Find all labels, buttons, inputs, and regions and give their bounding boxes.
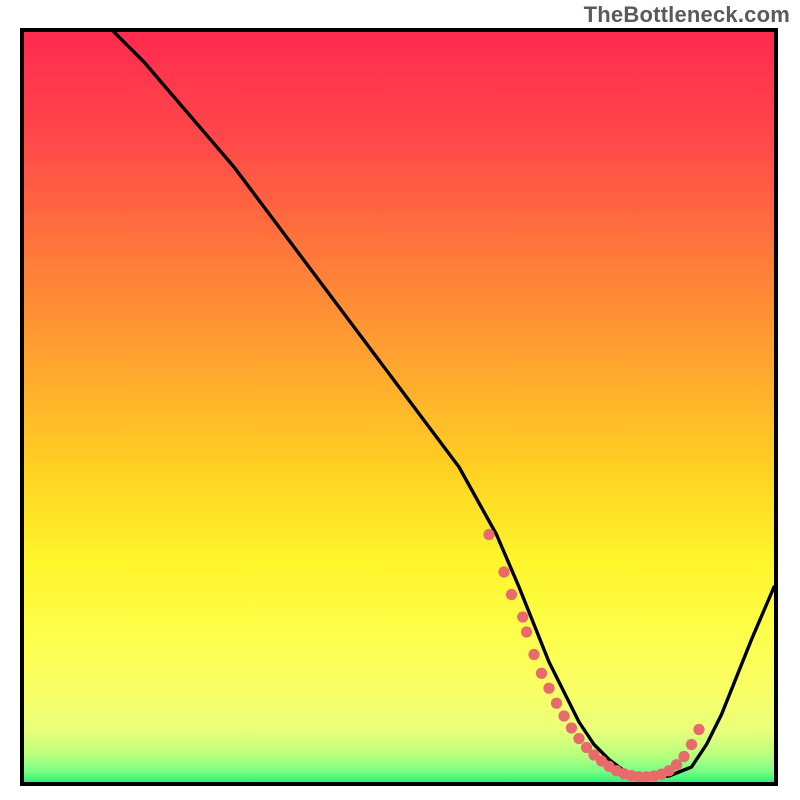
valley-dot <box>551 698 562 709</box>
valley-dots <box>24 32 774 782</box>
valley-dot <box>498 566 509 577</box>
valley-dot <box>483 529 494 540</box>
valley-dot <box>521 626 532 637</box>
valley-dot <box>543 683 554 694</box>
chart-frame: TheBottleneck.com <box>0 0 800 800</box>
valley-dot <box>566 722 577 733</box>
valley-dot <box>573 733 584 744</box>
valley-dot <box>528 649 539 660</box>
valley-dot <box>558 710 569 721</box>
plot-area <box>20 28 778 786</box>
valley-dot <box>693 724 704 735</box>
valley-dot <box>506 589 517 600</box>
valley-dot <box>686 739 697 750</box>
watermark-text: TheBottleneck.com <box>584 2 790 28</box>
valley-dot <box>678 751 689 762</box>
valley-dot <box>517 611 528 622</box>
valley-dot <box>536 668 547 679</box>
